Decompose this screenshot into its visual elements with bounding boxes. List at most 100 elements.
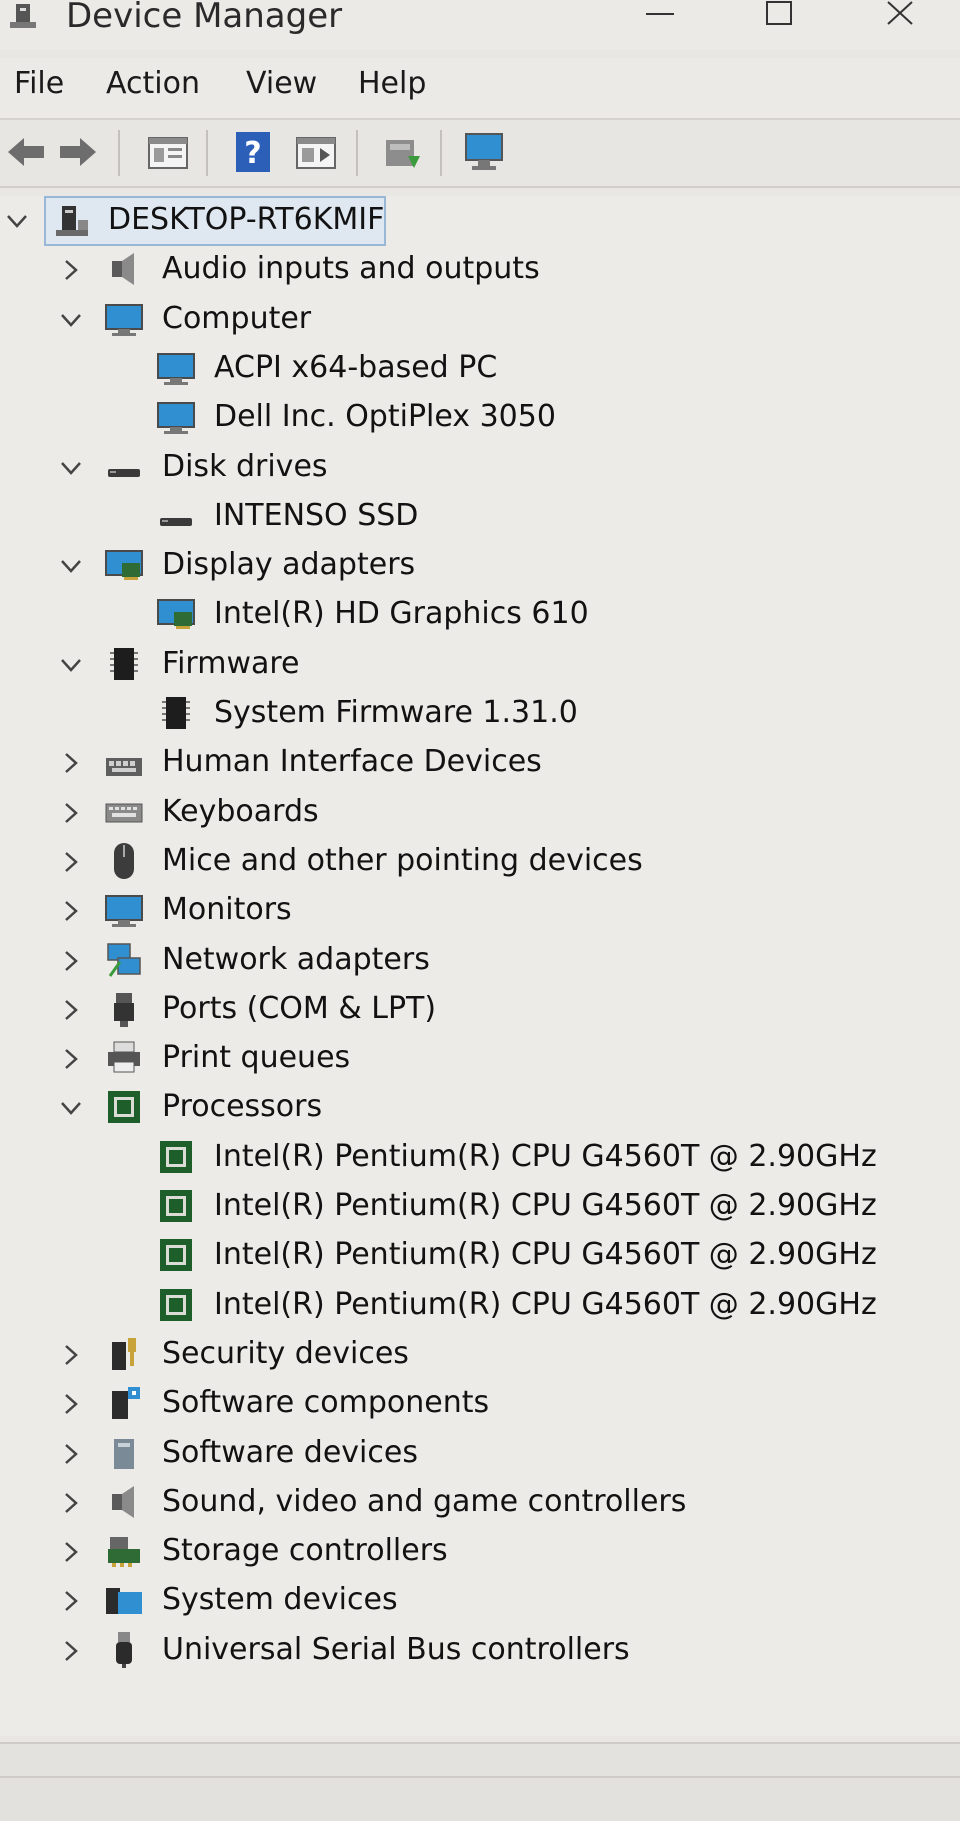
tree-device[interactable]: Intel(R) Pentium(R) CPU G4560T @ 2.90GHz xyxy=(0,1231,960,1281)
mouse-icon xyxy=(114,842,134,879)
tree-item-label: Mice and other pointing devices xyxy=(162,842,643,878)
chevron-down-icon[interactable] xyxy=(58,455,84,481)
storage-controller-icon xyxy=(108,1537,140,1568)
tree-item-label: Keyboards xyxy=(162,793,319,829)
tree-device[interactable]: INTENSO SSD xyxy=(0,492,960,542)
disk-drive-icon xyxy=(160,517,192,526)
tree-item-label: Computer xyxy=(162,300,312,336)
chevron-right-icon[interactable] xyxy=(58,997,84,1023)
chevron-down-icon[interactable] xyxy=(4,208,30,234)
chevron-right-icon[interactable] xyxy=(58,257,84,283)
tree-category[interactable]: Mice and other pointing devices xyxy=(0,837,960,887)
tree-item-label: Dell Inc. OptiPlex 3050 xyxy=(214,399,556,435)
tree-category[interactable]: Software components xyxy=(0,1379,960,1429)
tree-category[interactable]: Processors xyxy=(0,1083,960,1133)
update-driver-icon[interactable] xyxy=(380,130,424,174)
window-title: Device Manager xyxy=(66,0,343,36)
tree-device[interactable]: Intel(R) Pentium(R) CPU G4560T @ 2.90GHz xyxy=(0,1182,960,1232)
chevron-right-icon[interactable] xyxy=(58,1539,84,1565)
tree-device[interactable]: Dell Inc. OptiPlex 3050 xyxy=(0,393,960,443)
chevron-right-icon[interactable] xyxy=(58,1588,84,1614)
toolbar-separator xyxy=(118,130,120,176)
chevron-down-icon[interactable] xyxy=(58,1095,84,1121)
keyboard-icon xyxy=(105,803,143,823)
tree-category[interactable]: Human Interface Devices xyxy=(0,738,960,788)
help-icon[interactable]: ? xyxy=(232,130,276,174)
chevron-right-icon[interactable] xyxy=(58,800,84,826)
toolbar: ? xyxy=(0,120,960,188)
tree-category[interactable]: Disk drives xyxy=(0,443,960,493)
menu-view[interactable]: View xyxy=(246,66,317,101)
menu-file[interactable]: File xyxy=(14,66,64,101)
horizontal-scrollbar[interactable] xyxy=(0,1742,960,1776)
svg-text:?: ? xyxy=(244,136,261,171)
monitor-icon xyxy=(105,303,143,336)
tree-category[interactable]: Print queues xyxy=(0,1034,960,1084)
processor-icon xyxy=(108,1091,140,1124)
tree-item-label: System Firmware 1.31.0 xyxy=(214,695,578,730)
computer-tower-icon xyxy=(56,206,88,236)
chevron-right-icon[interactable] xyxy=(58,1046,84,1072)
tree-device[interactable]: ACPI x64-based PC xyxy=(0,344,960,394)
chevron-right-icon[interactable] xyxy=(58,750,84,776)
tree-category[interactable]: Software devices xyxy=(0,1429,960,1479)
tree-item-label: System devices xyxy=(162,1582,398,1618)
forward-arrow-icon[interactable] xyxy=(56,130,100,174)
tree-category[interactable]: Sound, video and game controllers xyxy=(0,1478,960,1528)
tree-category[interactable]: Firmware xyxy=(0,640,960,690)
system-folder-icon xyxy=(106,1588,142,1615)
show-hidden-icon[interactable] xyxy=(294,130,338,174)
usb-icon xyxy=(116,1631,132,1668)
speaker-icon xyxy=(112,253,134,286)
processor-icon xyxy=(160,1239,192,1272)
tree-item-label: Processors xyxy=(162,1089,323,1125)
tree-item-label: Intel(R) Pentium(R) CPU G4560T @ 2.90GHz xyxy=(214,1237,877,1273)
tree-device[interactable]: Intel(R) Pentium(R) CPU G4560T @ 2.90GHz xyxy=(0,1133,960,1183)
tree-category[interactable]: Keyboards xyxy=(0,788,960,838)
chevron-right-icon[interactable] xyxy=(58,1391,84,1417)
tree-category[interactable]: Universal Serial Bus controllers xyxy=(0,1626,960,1676)
printer-icon xyxy=(108,1041,140,1073)
properties-icon[interactable] xyxy=(146,130,190,174)
chevron-right-icon[interactable] xyxy=(58,1638,84,1664)
tree-item-label: Software components xyxy=(162,1385,490,1421)
tree-category[interactable]: Ports (COM & LPT) xyxy=(0,985,960,1035)
device-manager-icon xyxy=(10,4,36,28)
tree-device[interactable]: System Firmware 1.31.0 xyxy=(0,689,960,739)
tree-item-label: Intel(R) Pentium(R) CPU G4560T @ 2.90GHz xyxy=(214,1286,877,1322)
tree-item-label: Audio inputs and outputs xyxy=(162,251,540,287)
tree-category[interactable]: System devices xyxy=(0,1576,960,1626)
chevron-down-icon[interactable] xyxy=(58,307,84,333)
tree-device[interactable]: Intel(R) Pentium(R) CPU G4560T @ 2.90GHz xyxy=(0,1281,960,1331)
chevron-right-icon[interactable] xyxy=(58,1342,84,1368)
tree-root[interactable]: DESKTOP-RT6KMIF xyxy=(0,196,960,246)
disk-drive-icon xyxy=(108,468,140,477)
firmware-chip-icon xyxy=(110,647,138,680)
chevron-right-icon[interactable] xyxy=(58,1490,84,1516)
chevron-right-icon[interactable] xyxy=(58,898,84,924)
scan-hardware-icon[interactable] xyxy=(462,130,506,174)
tree-category[interactable]: Audio inputs and outputs xyxy=(0,245,960,295)
tree-category[interactable]: Network adapters xyxy=(0,936,960,986)
chevron-down-icon[interactable] xyxy=(58,652,84,678)
maximize-icon[interactable] xyxy=(740,0,820,40)
tree-category[interactable]: Display adapters xyxy=(0,541,960,591)
hid-icon xyxy=(106,758,142,777)
minimize-icon[interactable] xyxy=(620,0,700,40)
back-arrow-icon[interactable] xyxy=(4,130,48,174)
tree-item-label: DESKTOP-RT6KMIF xyxy=(108,202,385,237)
tree-item-label: Software devices xyxy=(162,1434,418,1470)
chevron-right-icon[interactable] xyxy=(58,1441,84,1467)
chevron-right-icon[interactable] xyxy=(58,849,84,875)
tree-category[interactable]: Security devices xyxy=(0,1330,960,1380)
tree-category[interactable]: Computer xyxy=(0,295,960,345)
monitor-icon xyxy=(157,402,195,435)
close-icon[interactable] xyxy=(860,0,940,40)
chevron-down-icon[interactable] xyxy=(58,553,84,579)
menu-action[interactable]: Action xyxy=(106,66,200,101)
chevron-right-icon[interactable] xyxy=(58,948,84,974)
menu-help[interactable]: Help xyxy=(358,66,426,101)
tree-device[interactable]: Intel(R) HD Graphics 610 xyxy=(0,590,960,640)
tree-category[interactable]: Storage controllers xyxy=(0,1527,960,1577)
tree-category[interactable]: Monitors xyxy=(0,886,960,936)
